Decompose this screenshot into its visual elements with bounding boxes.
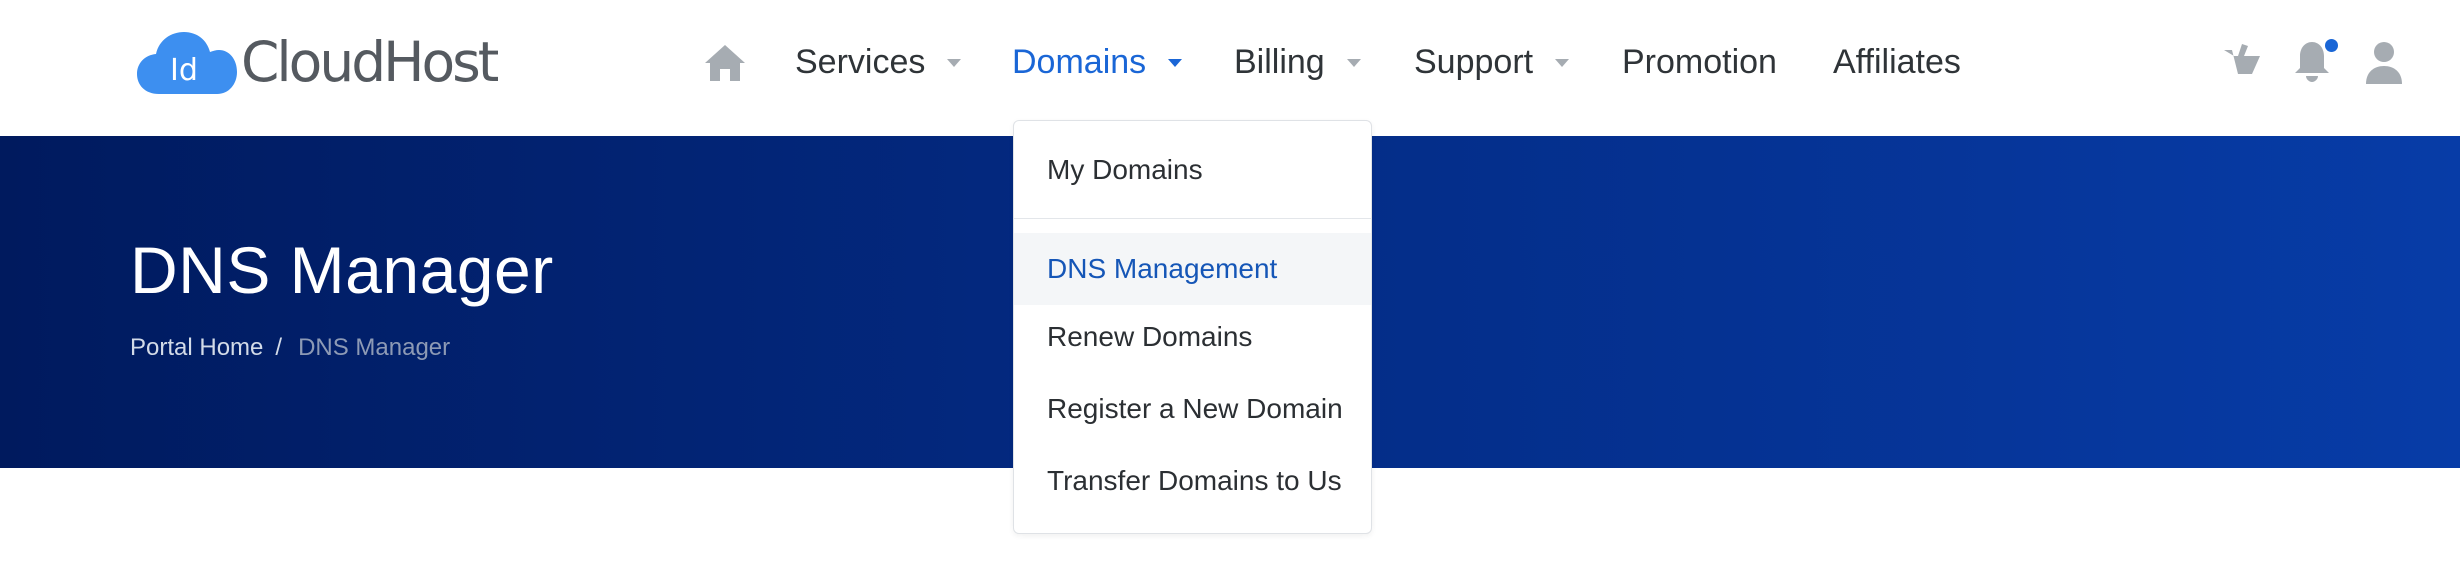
menu-item-label: Register a New Domain bbox=[1047, 393, 1343, 424]
nav-affiliates-label: Affiliates bbox=[1833, 42, 1961, 81]
cart-icon[interactable] bbox=[2222, 44, 2262, 80]
breadcrumb: Portal Home / DNS Manager bbox=[130, 334, 450, 362]
nav-affiliates[interactable]: Affiliates bbox=[1833, 40, 1961, 84]
notification-badge bbox=[2325, 39, 2338, 52]
chevron-down-icon bbox=[947, 59, 962, 67]
home-icon[interactable] bbox=[704, 43, 746, 83]
chevron-down-icon bbox=[1555, 59, 1570, 67]
nav-domains-label: Domains bbox=[1012, 42, 1147, 81]
brand-logo[interactable]: Id CloudHost bbox=[137, 28, 499, 96]
menu-divider bbox=[1014, 218, 1371, 219]
menu-item-label: DNS Management bbox=[1047, 253, 1278, 284]
user-icon[interactable] bbox=[2364, 42, 2404, 84]
chevron-down-icon bbox=[1346, 59, 1361, 67]
menu-item-renew-domains[interactable]: Renew Domains bbox=[1014, 312, 1371, 362]
cloud-logo-icon: Id bbox=[137, 28, 237, 96]
menu-item-label: My Domains bbox=[1047, 154, 1203, 185]
menu-item-my-domains[interactable]: My Domains bbox=[1014, 145, 1371, 195]
nav-domains[interactable]: Domains bbox=[1012, 40, 1183, 84]
breadcrumb-home-link[interactable]: Portal Home bbox=[130, 334, 263, 362]
breadcrumb-separator: / bbox=[275, 334, 283, 361]
menu-item-label: Renew Domains bbox=[1047, 321, 1253, 352]
chevron-down-icon bbox=[1168, 59, 1183, 67]
nav-promotion-label: Promotion bbox=[1622, 42, 1777, 81]
page-title: DNS Manager bbox=[130, 233, 554, 307]
nav-promotion[interactable]: Promotion bbox=[1622, 40, 1777, 84]
brand-name: CloudHost bbox=[241, 30, 499, 94]
menu-item-dns-management[interactable]: DNS Management bbox=[1014, 233, 1371, 305]
menu-item-register-domain[interactable]: Register a New Domain bbox=[1014, 384, 1371, 434]
menu-item-label: Transfer Domains to Us bbox=[1047, 465, 1342, 496]
domains-dropdown-menu: My Domains DNS Management Renew Domains … bbox=[1013, 120, 1372, 534]
logo-mark: Id bbox=[170, 53, 198, 88]
nav-support[interactable]: Support bbox=[1414, 40, 1570, 84]
nav-billing-label: Billing bbox=[1234, 42, 1325, 81]
nav-support-label: Support bbox=[1414, 42, 1534, 81]
menu-item-transfer-domains[interactable]: Transfer Domains to Us bbox=[1014, 456, 1371, 506]
nav-billing[interactable]: Billing bbox=[1234, 40, 1361, 84]
breadcrumb-current: DNS Manager bbox=[298, 334, 451, 361]
nav-services-label: Services bbox=[795, 42, 926, 81]
site-header: Id CloudHost Services Domains Billing Su… bbox=[0, 0, 2460, 136]
nav-services[interactable]: Services bbox=[795, 40, 962, 84]
